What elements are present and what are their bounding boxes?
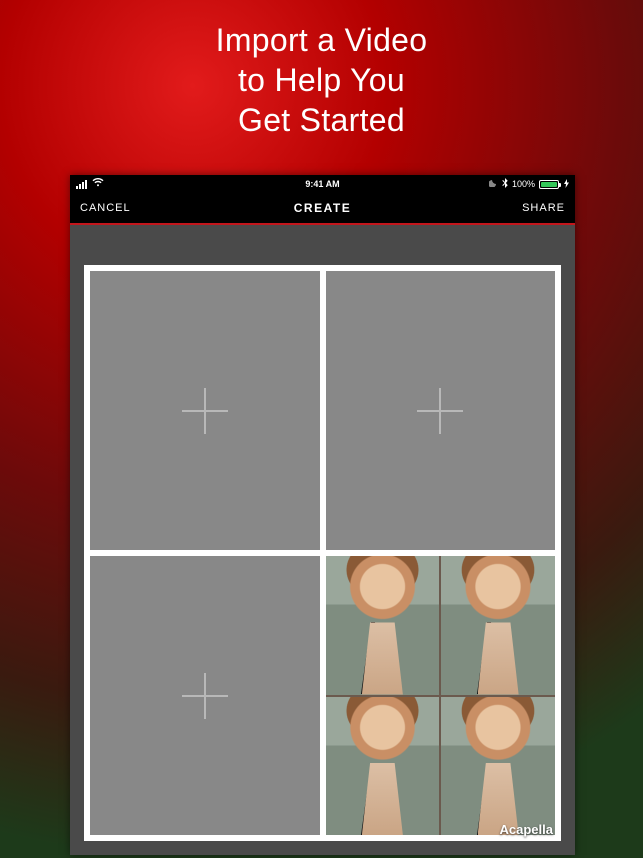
status-left — [76, 178, 104, 190]
video-grid — [90, 271, 555, 835]
video-thumbnail — [326, 697, 440, 836]
do-not-disturb-icon — [489, 178, 498, 190]
video-thumbnail — [441, 556, 555, 695]
cellular-signal-icon — [76, 180, 87, 189]
video-slot-empty[interactable] — [90, 556, 320, 835]
video-grid-frame: Acapella — [84, 265, 561, 841]
video-slot-empty[interactable] — [90, 271, 320, 550]
video-thumbnail — [326, 556, 440, 695]
promo-line-3: Get Started — [0, 100, 643, 140]
page-title: CREATE — [70, 201, 575, 215]
device-frame: 9:41 AM 100% CANCEL CREATE SHARE — [70, 175, 575, 855]
cancel-button[interactable]: CANCEL — [80, 202, 131, 214]
imported-video-preview — [326, 556, 556, 835]
battery-percent: 100% — [512, 179, 535, 189]
video-thumbnail — [441, 697, 555, 836]
promo-line-2: to Help You — [0, 60, 643, 100]
bluetooth-icon — [502, 178, 508, 191]
status-bar: 9:41 AM 100% — [70, 175, 575, 193]
promo-headline: Import a Video to Help You Get Started — [0, 0, 643, 140]
video-slot-filled[interactable] — [326, 556, 556, 835]
charging-icon — [564, 179, 569, 190]
status-right: 100% — [489, 178, 569, 191]
nav-bar: CANCEL CREATE SHARE — [70, 193, 575, 225]
video-slot-empty[interactable] — [326, 271, 556, 550]
battery-icon — [539, 180, 559, 189]
share-button[interactable]: SHARE — [522, 202, 565, 214]
promo-line-1: Import a Video — [0, 20, 643, 60]
editor-canvas: Acapella — [70, 225, 575, 855]
wifi-icon — [92, 178, 104, 190]
